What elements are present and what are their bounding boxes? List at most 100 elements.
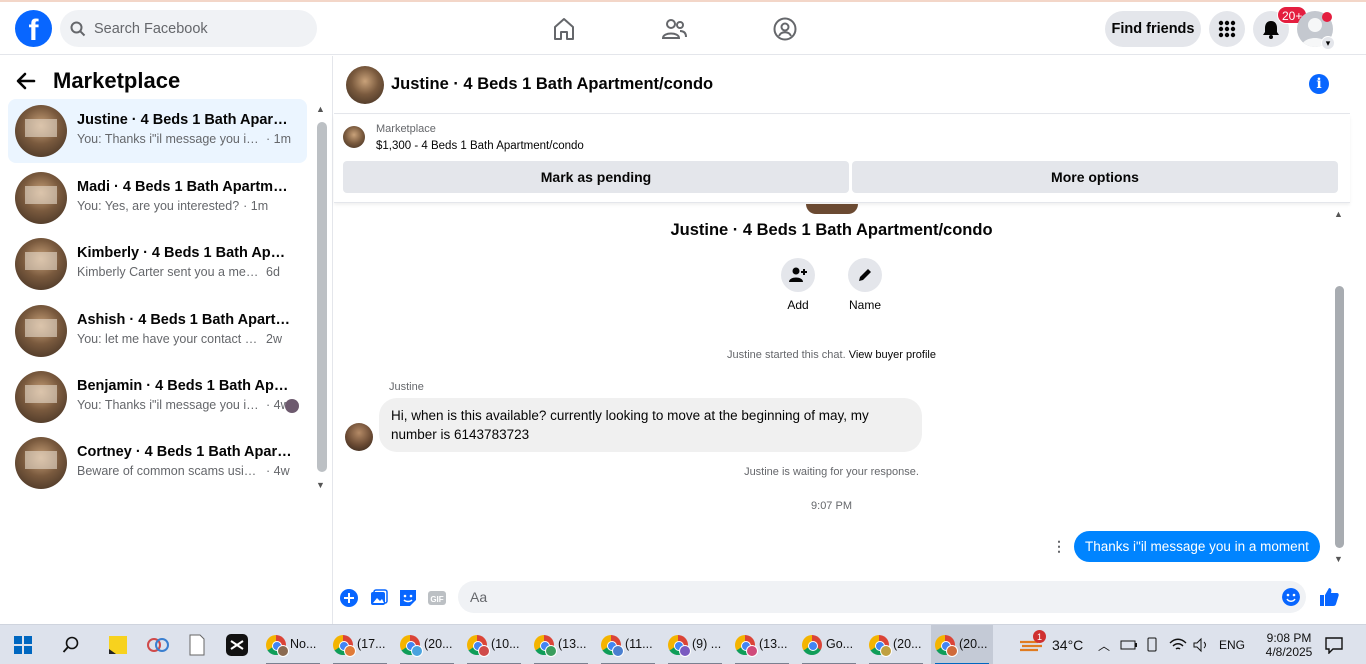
- taskbar-app[interactable]: (11...: [597, 625, 659, 664]
- listing-avatar: [15, 238, 67, 290]
- conversation-preview: You: let me have your contact nu... 2w: [77, 332, 282, 346]
- sender-name: Justine: [389, 381, 424, 393]
- more-options-button[interactable]: More options: [852, 161, 1338, 193]
- taskbar-app[interactable]: (17...: [329, 625, 391, 664]
- clock[interactable]: 9:08 PM 4/8/2025: [1258, 625, 1320, 664]
- search-icon[interactable]: [62, 636, 80, 654]
- notification-center-icon[interactable]: [1325, 636, 1343, 654]
- conversation-preview: You: Thanks i"il message you in... · 4w: [77, 398, 290, 412]
- back-arrow-icon[interactable]: [15, 70, 37, 92]
- add-action[interactable]: Add: [768, 258, 828, 312]
- plus-circle-icon[interactable]: [339, 588, 359, 608]
- capcut-icon[interactable]: [226, 634, 248, 656]
- snipping-tool-icon[interactable]: [146, 634, 170, 656]
- chat-title[interactable]: Justine · 4 Beds 1 Bath Apartment/condo: [391, 75, 713, 94]
- conversation-item[interactable]: Ashish · 4 Beds 1 Bath Apartme... You: l…: [8, 299, 307, 363]
- listing-avatar: [15, 437, 67, 489]
- name-action[interactable]: Name: [835, 258, 895, 312]
- info-icon[interactable]: i: [1309, 74, 1329, 94]
- sticker-icon[interactable]: [398, 588, 418, 608]
- conversation-item[interactable]: Cortney · 4 Beds 1 Bath Apartm... Beware…: [8, 431, 307, 495]
- taskbar-app[interactable]: (9) ...: [664, 625, 726, 664]
- message-input[interactable]: Aa: [458, 581, 1306, 613]
- seen-avatar-icon: [285, 399, 299, 413]
- incoming-message-bubble[interactable]: Hi, when is this available? currently lo…: [379, 398, 922, 452]
- listing-avatar: [15, 172, 67, 224]
- chat-avatar[interactable]: [346, 66, 384, 104]
- battery-icon[interactable]: [1120, 638, 1138, 652]
- conversation-preview: Beware of common scams using ... · 4w: [77, 464, 290, 478]
- sticky-notes-icon[interactable]: [107, 634, 129, 656]
- language-indicator[interactable]: ENG: [1219, 625, 1245, 664]
- wifi-icon[interactable]: [1169, 637, 1187, 653]
- windows-start-icon[interactable]: [14, 636, 32, 654]
- gif-icon[interactable]: GIF: [427, 588, 447, 608]
- taskbar-app-active[interactable]: (20...: [931, 625, 993, 664]
- conversation-preview: Kimberly Carter sent you a messag...6d: [77, 265, 280, 279]
- conversation-name: Justine · 4 Beds 1 Bath Apartme...: [77, 112, 292, 128]
- chevron-up-icon[interactable]: ︿: [1098, 625, 1110, 664]
- chat-scrollbar[interactable]: [1335, 286, 1344, 548]
- volume-icon[interactable]: [1192, 637, 1210, 653]
- name-label: Name: [848, 298, 881, 312]
- device-icon[interactable]: [1145, 637, 1159, 653]
- weather-badge: 1: [1033, 630, 1046, 643]
- conversation-name: Madi · 4 Beds 1 Bath Apartment...: [77, 179, 292, 195]
- scroll-down-arrow-icon[interactable]: ▼: [316, 480, 325, 490]
- outgoing-message-bubble[interactable]: Thanks i"il message you in a moment: [1074, 531, 1320, 562]
- scroll-up-arrow-icon[interactable]: ▲: [316, 104, 325, 114]
- facebook-logo[interactable]: f: [15, 10, 52, 47]
- scroll-down-arrow-icon[interactable]: ▼: [1334, 554, 1343, 564]
- scroll-up-arrow-icon[interactable]: ▲: [1334, 209, 1343, 219]
- message-thread: Justine · 4 Beds 1 Bath Apartment/condo …: [334, 204, 1334, 574]
- taskbar-app[interactable]: (20...: [396, 625, 458, 664]
- mark-as-pending-button[interactable]: Mark as pending: [343, 161, 849, 193]
- groups-icon[interactable]: [772, 16, 798, 42]
- conversation-preview: You: Thanks i"il message you in a ... · 1…: [77, 132, 291, 146]
- message-input-placeholder: Aa: [470, 589, 488, 605]
- thumbs-up-icon[interactable]: [1318, 586, 1340, 608]
- listing-avatar: [15, 105, 67, 157]
- conversation-item[interactable]: Madi · 4 Beds 1 Bath Apartment... You: Y…: [8, 166, 307, 230]
- emoji-icon[interactable]: [1282, 588, 1300, 606]
- listing-title[interactable]: $1,300 - 4 Beds 1 Bath Apartment/condo: [376, 140, 584, 152]
- photo-icon[interactable]: [369, 588, 389, 608]
- listing-avatar: [15, 371, 67, 423]
- message-options-icon[interactable]: ⋮: [1052, 538, 1066, 555]
- taskbar-app[interactable]: (13...: [530, 625, 592, 664]
- listing-thumbnail[interactable]: [343, 126, 365, 148]
- temperature[interactable]: 34°C: [1052, 625, 1083, 664]
- taskbar-app[interactable]: (20...: [865, 625, 927, 664]
- add-person-icon: [789, 267, 807, 282]
- search-box[interactable]: Search Facebook: [60, 10, 317, 47]
- marketplace-sidebar: Marketplace Justine · 4 Beds 1 Bath Apar…: [0, 56, 333, 624]
- sender-avatar[interactable]: [345, 423, 373, 451]
- conversation-item[interactable]: Benjamin · 4 Beds 1 Bath Apar... You: Th…: [8, 365, 307, 429]
- message-timestamp: 9:07 PM: [811, 500, 852, 512]
- conversation-item[interactable]: Justine · 4 Beds 1 Bath Apartme... You: …: [8, 99, 307, 163]
- add-label: Add: [787, 298, 809, 312]
- taskbar-app[interactable]: (10...: [463, 625, 525, 664]
- search-icon: [70, 21, 86, 36]
- clock-date: 4/8/2025: [1265, 645, 1313, 659]
- menu-button[interactable]: [1209, 11, 1245, 47]
- account-alert-dot: [1322, 12, 1332, 22]
- listing-source: Marketplace: [376, 123, 436, 135]
- home-icon[interactable]: [551, 16, 577, 42]
- conversation-name: Cortney · 4 Beds 1 Bath Apartm...: [77, 444, 292, 460]
- friends-icon[interactable]: [661, 16, 687, 42]
- search-input[interactable]: Search Facebook: [94, 21, 208, 37]
- taskbar-app[interactable]: (13...: [731, 625, 793, 664]
- taskbar-app[interactable]: Go...: [798, 625, 860, 664]
- taskbar-app[interactable]: No...: [262, 625, 324, 664]
- file-icon[interactable]: [188, 634, 206, 656]
- conversation-name: Kimberly · 4 Beds 1 Bath Apart...: [77, 245, 292, 261]
- sidebar-scrollbar[interactable]: [317, 122, 327, 472]
- chevron-down-icon[interactable]: ▾: [1321, 36, 1335, 50]
- view-buyer-profile-link[interactable]: View buyer profile: [849, 349, 936, 361]
- find-friends-button[interactable]: Find friends: [1105, 11, 1201, 47]
- conversation-item[interactable]: Kimberly · 4 Beds 1 Bath Apart... Kimber…: [8, 232, 307, 296]
- chrome-icon: [802, 635, 822, 655]
- grid-menu-icon: [1218, 20, 1236, 38]
- sidebar-header: Marketplace: [15, 68, 180, 94]
